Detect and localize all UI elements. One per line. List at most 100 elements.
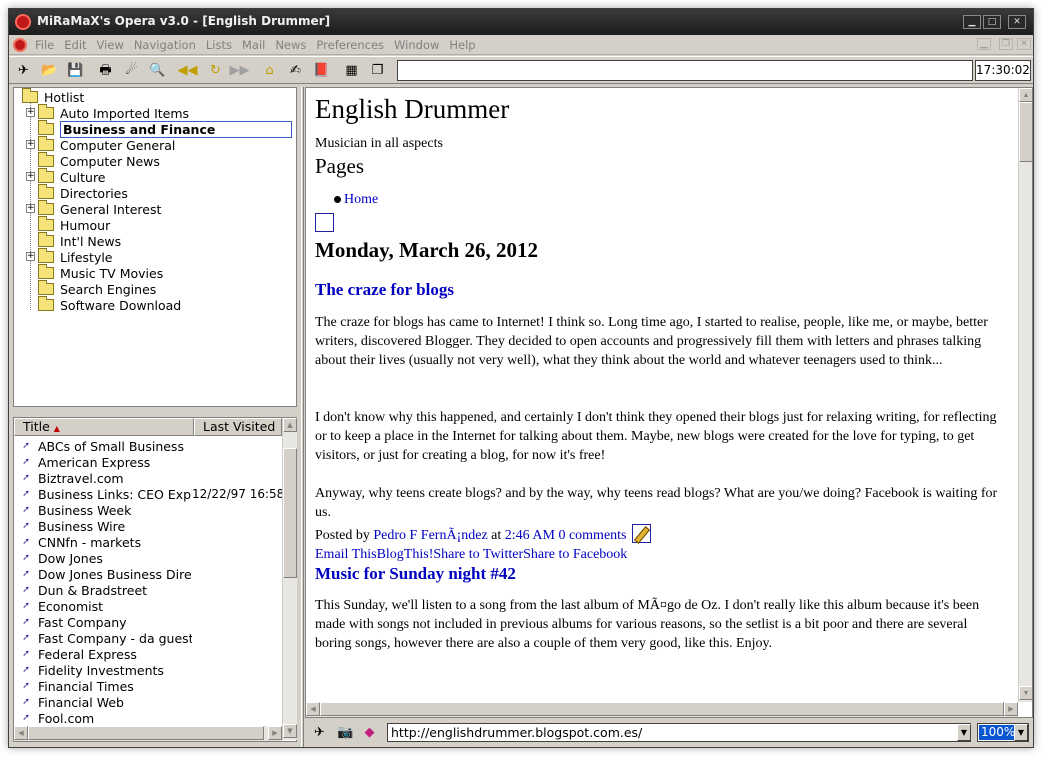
page-hscroll[interactable]: ◀ ▶ bbox=[306, 702, 1018, 717]
bookmark-row[interactable]: ➚ Financial Times bbox=[14, 678, 282, 694]
url-dropdown-button[interactable]: ▼ bbox=[957, 724, 971, 741]
bookmark-row[interactable]: ➚ Financial Web bbox=[14, 694, 282, 710]
scroll-thumb[interactable] bbox=[283, 448, 297, 578]
author-link[interactable]: Pedro F FernÃ¡ndez bbox=[373, 528, 487, 543]
tile-windows-icon[interactable]: ▦ bbox=[343, 62, 360, 79]
new-window-icon[interactable]: ✈ bbox=[15, 62, 32, 79]
open-folder-icon[interactable]: 📂 bbox=[41, 62, 58, 79]
print-icon[interactable]: 🖶 bbox=[97, 62, 114, 79]
scroll-left-button[interactable]: ◀ bbox=[306, 702, 320, 716]
menu-mail[interactable]: Mail bbox=[242, 38, 265, 52]
menu-view[interactable]: View bbox=[97, 38, 124, 52]
share-twitter-link[interactable]: Share to Twitter bbox=[433, 547, 523, 562]
menu-navigation[interactable]: Navigation bbox=[134, 38, 196, 52]
bookmark-hscroll[interactable]: ◀ ▶ bbox=[14, 726, 282, 741]
scroll-thumb[interactable] bbox=[1019, 102, 1032, 162]
bookmark-vscroll[interactable]: ▲ ▼ bbox=[282, 418, 297, 740]
bookmark-row[interactable]: ➚ Business Links: CEO Express12/22/97 16:… bbox=[14, 486, 282, 502]
book-icon[interactable]: 📕 bbox=[313, 62, 330, 79]
page-vscroll[interactable]: ▲ ▼ bbox=[1018, 88, 1032, 702]
cascade-windows-icon[interactable]: ❐ bbox=[369, 62, 386, 79]
home-link[interactable]: Home bbox=[344, 192, 378, 208]
hotlist-folder[interactable]: Software Download bbox=[38, 296, 181, 313]
mdi-restore-button[interactable]: ❐ bbox=[999, 38, 1013, 50]
expand-icon[interactable]: + bbox=[26, 172, 35, 181]
bookmark-row[interactable]: ➚ Biztravel.com bbox=[14, 470, 282, 486]
hotlist-folder[interactable]: Music TV Movies bbox=[38, 264, 163, 281]
hotlist-root[interactable]: Hotlist bbox=[22, 88, 84, 105]
bookmark-row[interactable]: ➚ Business Wire bbox=[14, 518, 282, 534]
hotlist-folder[interactable]: Search Engines bbox=[38, 280, 156, 297]
scroll-left-button[interactable]: ◀ bbox=[14, 726, 28, 740]
hotlist-folder[interactable]: Computer General bbox=[38, 136, 175, 153]
menu-edit[interactable]: Edit bbox=[64, 38, 86, 52]
email-this-link[interactable]: Email This bbox=[315, 547, 377, 562]
scroll-right-button[interactable]: ▶ bbox=[268, 726, 282, 740]
expand-icon[interactable]: + bbox=[26, 204, 35, 213]
hotlist-folder[interactable]: Computer News bbox=[38, 152, 160, 169]
bookmark-row[interactable]: ➚ Dow Jones bbox=[14, 550, 282, 566]
toolbar-input[interactable] bbox=[397, 60, 973, 81]
hotlist-icon[interactable]: ✍ bbox=[287, 62, 304, 79]
hotlist-folder[interactable]: Humour bbox=[38, 216, 110, 233]
comments-link[interactable]: 0 comments bbox=[558, 528, 626, 543]
camera-icon[interactable]: 📷 bbox=[337, 724, 354, 741]
menu-file[interactable]: File bbox=[35, 38, 54, 52]
bookmark-row[interactable]: ➚ American Express bbox=[14, 454, 282, 470]
zoom-dropdown-button[interactable]: ▼ bbox=[1014, 724, 1028, 741]
menu-lists[interactable]: Lists bbox=[206, 38, 232, 52]
hotlist-folder[interactable]: Business and Finance bbox=[38, 120, 292, 138]
minimize-button[interactable]: ▁ bbox=[963, 15, 981, 29]
scroll-thumb[interactable] bbox=[28, 726, 264, 740]
bookmark-row[interactable]: ➚ ABCs of Small Business bbox=[14, 438, 282, 454]
hotlist-folder[interactable]: Culture bbox=[38, 168, 106, 185]
menu-news[interactable]: News bbox=[275, 38, 306, 52]
hotlist-folder[interactable]: General Interest bbox=[38, 200, 161, 217]
bookmark-row[interactable]: ➚ Dow Jones Business Directory bbox=[14, 566, 282, 582]
search-icon[interactable]: 🔍 bbox=[149, 62, 166, 79]
find-icon[interactable]: ☄ bbox=[123, 62, 140, 79]
hotlist-folder[interactable]: Auto Imported Items bbox=[38, 104, 189, 121]
save-icon[interactable]: 💾 bbox=[67, 62, 84, 79]
post-title-link[interactable]: Music for Sunday night #42 bbox=[315, 564, 516, 584]
hotlist-folder[interactable]: Int'l News bbox=[38, 232, 121, 249]
expand-icon[interactable]: + bbox=[26, 252, 35, 261]
forward-icon[interactable]: ▶▶ bbox=[230, 62, 250, 79]
scroll-down-button[interactable]: ▼ bbox=[1019, 686, 1032, 700]
bookmark-row[interactable]: ➚ Dun & Bradstreet bbox=[14, 582, 282, 598]
mdi-close-button[interactable]: ✕ bbox=[1017, 38, 1031, 50]
share-facebook-link[interactable]: Share to Facebook bbox=[523, 547, 627, 562]
expand-icon[interactable]: + bbox=[26, 140, 35, 149]
panel-splitter[interactable] bbox=[301, 87, 304, 747]
bookmark-row[interactable]: ➚ CNNfn - markets bbox=[14, 534, 282, 550]
bookmark-row[interactable]: ➚ Fast Company bbox=[14, 614, 282, 630]
bookmark-row[interactable]: ➚ Economist bbox=[14, 598, 282, 614]
bookmark-row[interactable]: ➚ Fool.com bbox=[14, 710, 282, 726]
bookmark-row[interactable]: ➚ Federal Express bbox=[14, 646, 282, 662]
menu-help[interactable]: Help bbox=[449, 38, 475, 52]
url-input[interactable]: http://englishdrummer.blogspot.com.es/ bbox=[387, 723, 971, 742]
scroll-up-button[interactable]: ▲ bbox=[1019, 88, 1032, 102]
expand-icon[interactable]: + bbox=[26, 108, 35, 117]
edit-pencil-icon[interactable] bbox=[632, 524, 651, 543]
document-icon[interactable] bbox=[13, 38, 27, 52]
close-button[interactable]: ✕ bbox=[1008, 15, 1026, 29]
mdi-minimize-button[interactable]: ▁ bbox=[977, 38, 991, 50]
maximize-button[interactable]: □ bbox=[983, 15, 1001, 29]
hotlist-folder[interactable]: Directories bbox=[38, 184, 128, 201]
menu-preferences[interactable]: Preferences bbox=[316, 38, 384, 52]
scroll-thumb[interactable] bbox=[320, 702, 1004, 716]
scroll-right-button[interactable]: ▶ bbox=[1004, 702, 1018, 716]
post-title-link[interactable]: The craze for blogs bbox=[315, 280, 454, 300]
home-icon[interactable]: ⌂ bbox=[261, 62, 278, 79]
reload-icon[interactable]: ↻ bbox=[207, 62, 224, 79]
hotlist-tree[interactable]: Hotlist Auto Imported Items + Business and… bbox=[13, 87, 297, 407]
scroll-up-button[interactable]: ▲ bbox=[283, 418, 297, 432]
blogthis-link[interactable]: BlogThis! bbox=[377, 547, 434, 562]
hotlist-folder[interactable]: Lifestyle bbox=[38, 248, 113, 265]
last-visited-column-header[interactable]: Last Visited bbox=[194, 418, 282, 436]
back-icon[interactable]: ◀◀ bbox=[178, 62, 198, 79]
hotlist-toggle-icon[interactable]: ✈ bbox=[311, 724, 328, 741]
menu-window[interactable]: Window bbox=[394, 38, 439, 52]
scroll-down-button[interactable]: ▼ bbox=[283, 724, 297, 738]
